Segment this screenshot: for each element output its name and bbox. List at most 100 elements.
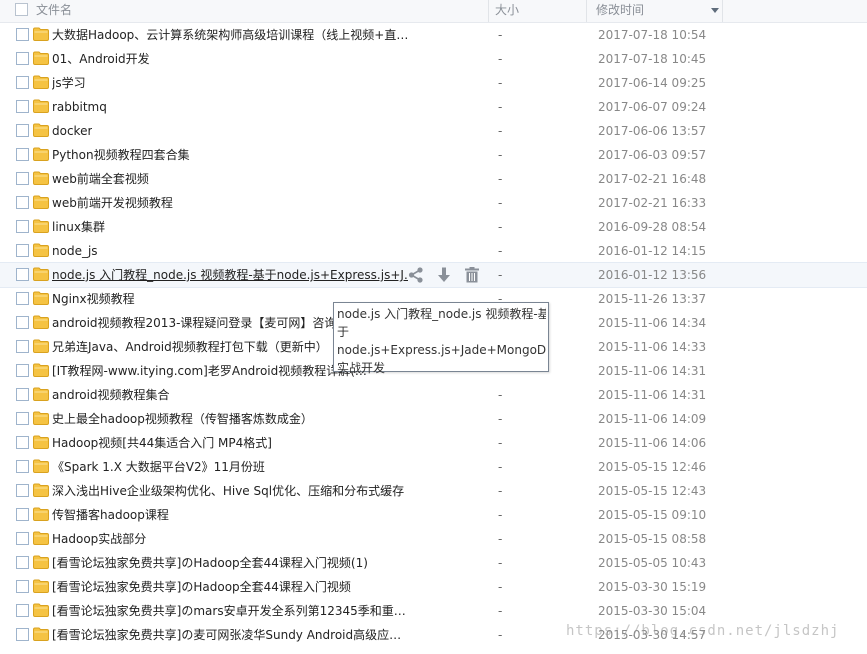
row-checkbox[interactable]: [16, 388, 29, 401]
row-checkbox[interactable]: [16, 556, 29, 569]
file-name-link[interactable]: docker: [52, 119, 92, 143]
file-row[interactable]: [看雪论坛独家免费共享]のHadoop全套44课程入门视频 - 2015-03-30…: [0, 575, 867, 599]
file-name-link[interactable]: [看雪论坛独家免费共享]のmars安卓开发全系列第12345季和重…: [52, 599, 406, 623]
file-row[interactable]: node_js - 2016-01-12 14:15: [0, 239, 867, 263]
row-checkbox[interactable]: [16, 532, 29, 545]
file-name-link[interactable]: [看雪论坛独家免费共享]の麦可网张凌华Sundy Android高级应…: [52, 623, 401, 647]
row-checkbox[interactable]: [16, 52, 29, 65]
file-name-link[interactable]: rabbitmq: [52, 95, 107, 119]
file-row[interactable]: 史上最全hadoop视频教程（传智播客炼数成金） - 2015-11-06 14:0…: [0, 407, 867, 431]
file-name-link[interactable]: Hadoop实战部分: [52, 527, 146, 551]
file-row[interactable]: 深入浅出Hive企业级架构优化、Hive Sql优化、压缩和分布式缓存 - 2015…: [0, 479, 867, 503]
download-icon[interactable]: [435, 266, 453, 284]
row-checkbox[interactable]: [16, 436, 29, 449]
modified-date: 2015-03-30 15:04: [598, 604, 707, 618]
file-name-link[interactable]: 兄弟连Java、Android视频教程打包下载（更新中）: [52, 335, 328, 359]
file-name-link[interactable]: 01、Android开发: [52, 47, 150, 71]
file-name-link[interactable]: android视频教程集合: [52, 383, 170, 407]
modified-date: 2015-05-15 08:58: [598, 532, 707, 546]
row-checkbox[interactable]: [16, 316, 29, 329]
folder-icon: [33, 339, 49, 353]
file-name-link[interactable]: 《Spark 1.X 大数据平台V2》11月份班: [52, 455, 265, 479]
file-row[interactable]: Python视频教程四套合集 - 2017-06-03 09:57: [0, 143, 867, 167]
file-name-link[interactable]: [IT教程网-www.itying.com]老罗Android视频教程详解(…: [52, 359, 367, 383]
folder-icon: [33, 603, 49, 617]
file-name-link[interactable]: Hadoop视频[共44集适合入门 MP4格式]: [52, 431, 272, 455]
file-name-link[interactable]: android视频教程2013-课程疑问登录【麦可网】咨询: [52, 311, 336, 335]
file-row[interactable]: node.js 入门教程_node.js 视频教程-基于node.js+Expr…: [0, 262, 867, 288]
column-divider[interactable]: [586, 0, 587, 22]
file-name-link[interactable]: node_js: [52, 239, 98, 263]
row-checkbox[interactable]: [16, 604, 29, 617]
folder-icon: [33, 579, 49, 593]
file-name-link[interactable]: Python视频教程四套合集: [52, 143, 190, 167]
file-row[interactable]: [看雪论坛独家免费共享]のmars安卓开发全系列第12345季和重… - 2015-…: [0, 599, 867, 623]
file-name-link[interactable]: 大数据Hadoop、云计算系统架构师高级培训课程（线上视频+直…: [52, 23, 408, 47]
modified-date: 2015-11-06 14:34: [598, 316, 707, 330]
file-row[interactable]: Hadoop视频[共44集适合入门 MP4格式] - 2015-11-06 14:0…: [0, 431, 867, 455]
file-row[interactable]: linux集群 - 2016-09-28 08:54: [0, 215, 867, 239]
file-name-link[interactable]: js学习: [52, 71, 86, 95]
row-checkbox[interactable]: [16, 292, 29, 305]
file-size: -: [498, 460, 503, 474]
file-size: -: [498, 28, 503, 42]
column-header-date[interactable]: 修改时间: [596, 0, 644, 22]
row-checkbox[interactable]: [16, 364, 29, 377]
file-row[interactable]: 大数据Hadoop、云计算系统架构师高级培训课程（线上视频+直… - 2017-07…: [0, 23, 867, 47]
row-checkbox[interactable]: [16, 76, 29, 89]
file-name-link[interactable]: [看雪论坛独家免费共享]のHadoop全套44课程入门视频(1): [52, 551, 368, 575]
file-row[interactable]: [看雪论坛独家免费共享]のHadoop全套44课程入门视频(1) - 2015-05…: [0, 551, 867, 575]
row-checkbox[interactable]: [16, 628, 29, 641]
file-row[interactable]: 《Spark 1.X 大数据平台V2》11月份班 - 2015-05-15 12:4…: [0, 455, 867, 479]
row-checkbox[interactable]: [16, 412, 29, 425]
column-divider[interactable]: [722, 0, 723, 22]
file-name-link[interactable]: web前端全套视频: [52, 167, 149, 191]
select-all-checkbox[interactable]: [15, 3, 28, 16]
row-checkbox[interactable]: [16, 580, 29, 593]
file-size: -: [498, 268, 503, 282]
file-list-page: 文件名 大小 修改时间 大数据Hadoop、云计算系统架构师高级培训课程（线上视…: [0, 0, 867, 654]
column-header-size[interactable]: 大小: [495, 0, 519, 22]
folder-icon: [33, 435, 49, 449]
file-name-link[interactable]: 史上最全hadoop视频教程（传智播客炼数成金）: [52, 407, 313, 431]
file-name-link[interactable]: Nginx视频教程: [52, 287, 135, 311]
row-checkbox[interactable]: [16, 460, 29, 473]
file-name-link[interactable]: [看雪论坛独家免费共享]のHadoop全套44课程入门视频: [52, 575, 351, 599]
row-checkbox[interactable]: [16, 508, 29, 521]
modified-date: 2015-11-06 14:06: [598, 436, 707, 450]
column-header-name[interactable]: 文件名: [36, 0, 72, 22]
file-row[interactable]: web前端开发视频教程 - 2017-02-21 16:33: [0, 191, 867, 215]
row-checkbox[interactable]: [16, 100, 29, 113]
folder-icon: [33, 147, 49, 161]
row-checkbox[interactable]: [16, 148, 29, 161]
file-row[interactable]: docker - 2017-06-06 13:57: [0, 119, 867, 143]
file-row[interactable]: 传智播客hadoop课程 - 2015-05-15 09:10: [0, 503, 867, 527]
file-name-link[interactable]: node.js 入门教程_node.js 视频教程-基于node.js+Expr…: [52, 263, 408, 287]
file-name-link[interactable]: 深入浅出Hive企业级架构优化、Hive Sql优化、压缩和分布式缓存: [52, 479, 404, 503]
row-checkbox[interactable]: [16, 124, 29, 137]
file-row[interactable]: 01、Android开发 - 2017-07-18 10:45: [0, 47, 867, 71]
sort-desc-icon[interactable]: [711, 8, 719, 13]
file-row[interactable]: Hadoop实战部分 - 2015-05-15 08:58: [0, 527, 867, 551]
file-row[interactable]: rabbitmq - 2017-06-07 09:24: [0, 95, 867, 119]
folder-icon: [33, 627, 49, 641]
modified-date: 2015-05-05 10:43: [598, 556, 707, 570]
file-name-link[interactable]: linux集群: [52, 215, 105, 239]
column-divider[interactable]: [488, 0, 489, 22]
row-checkbox[interactable]: [16, 220, 29, 233]
row-checkbox[interactable]: [16, 244, 29, 257]
share-icon[interactable]: [407, 266, 425, 284]
row-checkbox[interactable]: [16, 28, 29, 41]
file-row[interactable]: js学习 - 2017-06-14 09:25: [0, 71, 867, 95]
row-checkbox[interactable]: [16, 340, 29, 353]
folder-icon: [33, 75, 49, 89]
file-name-link[interactable]: 传智播客hadoop课程: [52, 503, 169, 527]
row-checkbox[interactable]: [16, 268, 29, 281]
row-checkbox[interactable]: [16, 484, 29, 497]
row-checkbox[interactable]: [16, 172, 29, 185]
file-row[interactable]: web前端全套视频 - 2017-02-21 16:48: [0, 167, 867, 191]
row-checkbox[interactable]: [16, 196, 29, 209]
file-name-link[interactable]: web前端开发视频教程: [52, 191, 173, 215]
file-row[interactable]: android视频教程集合 - 2015-11-06 14:31: [0, 383, 867, 407]
trash-icon[interactable]: [463, 266, 481, 284]
